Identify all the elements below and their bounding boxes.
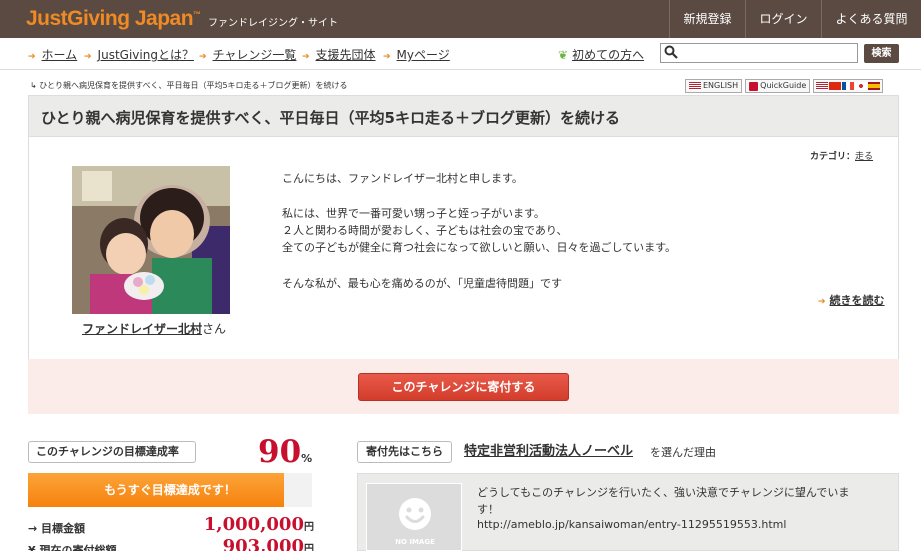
arrow-right-icon: ➔ (302, 52, 310, 62)
trademark: ™ (193, 10, 201, 19)
site-logo[interactable]: JustGiving Japan™ (26, 7, 201, 31)
challenge-title-box: ひとり親へ病児保育を提供すべく、平日毎日（平均5キロ走る＋ブログ更新）を続ける (28, 95, 899, 137)
description-line: 私には、世界で一番可愛い甥っ子と姪っ子がいます。 (282, 207, 545, 220)
current-amount-value: 903,000円 (223, 536, 314, 551)
description-line: こんにちは、ファンドレイザー北村と申します。 (282, 172, 523, 185)
current-amount-number: 903,000 (222, 536, 304, 551)
beginner-label: 初めての方へ (572, 48, 645, 62)
flag-group (813, 79, 884, 93)
us-flag-icon[interactable] (816, 82, 829, 90)
yen-unit: 円 (304, 544, 314, 551)
category-link[interactable]: 走る (855, 152, 873, 162)
read-more-link[interactable]: ➔ 続きを読む (818, 292, 885, 308)
no-image-placeholder: NO IMAGE (366, 483, 462, 551)
arrow-right-icon: ➔ (28, 52, 36, 62)
guide-icon (749, 81, 759, 91)
donate-button[interactable]: このチャレンジに寄付する (358, 373, 569, 401)
france-flag-icon[interactable] (842, 82, 855, 90)
china-flag-icon[interactable] (829, 82, 842, 90)
search-icon (664, 45, 678, 59)
nav-charities[interactable]: ➔ 支援先団体 (302, 46, 376, 63)
recipient-suffix: を選んだ理由 (650, 446, 716, 459)
description-line: ２人と関わる時間が愛おしく、子どもは社会の宝であり、 (282, 224, 568, 237)
goal-percent-unit: % (301, 452, 313, 465)
category: カテゴリ：走る (810, 149, 873, 162)
goal-rate-tag: このチャレンジの目標達成率 (28, 441, 196, 463)
search-box[interactable] (660, 43, 858, 63)
goal-percent-number: 90 (258, 434, 302, 470)
nav-home[interactable]: ➔ ホーム (28, 46, 77, 63)
nav-mypage[interactable]: ➔ Myページ (383, 46, 450, 63)
faq-link[interactable]: よくある質問 (821, 0, 921, 38)
login-link[interactable]: ログイン (745, 0, 821, 38)
fundraiser-photo[interactable] (72, 166, 230, 314)
reason-line: どうしてもこのチャレンジを行いたく、強い決意でチャレンジに望んでいま (477, 486, 850, 499)
no-image-label: NO IMAGE (395, 538, 435, 546)
description-line: 全ての子どもが健全に育つ社会になって欲しいと願い、日々を過ごしています。 (282, 241, 677, 254)
english-label: ENGLISH (703, 81, 739, 90)
read-more-label: 続きを読む (829, 294, 885, 307)
spain-flag-icon[interactable] (868, 82, 881, 90)
quickguide-label: QuickGuide (760, 81, 807, 90)
category-label: カテゴリ： (810, 152, 856, 162)
register-link[interactable]: 新規登録 (669, 0, 745, 38)
arrow-right-icon: ➔ (818, 297, 826, 307)
breadcrumb-text: ひとり親へ病児保育を提供すべく、平日毎日（平均5キロ走る＋ブログ更新）を続ける (39, 81, 348, 90)
progress-text: もうすぐ目標達成です！ (104, 483, 236, 497)
arrow-right-icon: ➔ (84, 52, 92, 62)
fundraiser-suffix: さん (202, 322, 227, 336)
fundraiser-link[interactable]: ファンドレイザー北村さん (82, 320, 226, 337)
progress-bar: もうすぐ目標達成です！ (28, 473, 312, 507)
reason-url[interactable]: http://ameblo.jp/kansaiwoman/entry-11295… (477, 518, 786, 531)
logo-subtitle: ファンドレイジング・サイト (208, 18, 338, 29)
nav-charities-label: 支援先団体 (315, 48, 376, 62)
arrow-right-icon: ➔ (383, 52, 391, 62)
top-nav: 新規登録 ログイン よくある質問 (669, 0, 921, 38)
children-photo-image (72, 166, 230, 314)
english-button[interactable]: ENGLISH (685, 79, 743, 93)
goal-percent: 90% (258, 434, 312, 470)
fundraiser-name[interactable]: ファンドレイザー北村 (82, 322, 202, 336)
language-selector: ENGLISH QuickGuide (685, 79, 884, 93)
target-amount-value: 1,000,000円 (204, 514, 314, 535)
korea-flag-icon[interactable] (855, 82, 868, 90)
breadcrumb: ↳ ひとり親へ病児保育を提供すべく、平日毎日（平均5キロ走る＋ブログ更新）を続け… (30, 80, 348, 91)
logo-text: JustGiving Japan (26, 7, 194, 30)
target-amount-label: → 目標金額 (28, 522, 86, 535)
beginner-mark-icon: ❦ (558, 48, 569, 62)
nav-challenges-label: チャレンジ一覧 (212, 48, 297, 62)
yen-unit: 円 (304, 522, 314, 533)
target-amount-number: 1,000,000 (203, 514, 304, 535)
quickguide-button[interactable]: QuickGuide (745, 79, 811, 93)
nav-mypage-label: Myページ (396, 48, 450, 62)
current-amount-label: ¥ 現在の寄付総額 (28, 544, 117, 551)
smiley-icon: NO IMAGE (395, 498, 435, 546)
nav-about-label: JustGivingとは？ (97, 48, 194, 62)
nav-about[interactable]: ➔ JustGivingとは？ (84, 46, 194, 63)
recipient-name-link[interactable]: 特定非営利活動法人ノーベル (464, 440, 633, 459)
recipient-tag: 寄付先はこちら (357, 441, 452, 463)
beginner-link[interactable]: ❦ 初めての方へ (558, 46, 644, 63)
return-arrow-icon: ↳ (30, 81, 40, 90)
us-flag-icon (689, 82, 701, 90)
search-button[interactable]: 検索 (864, 44, 899, 63)
nav-challenges[interactable]: ➔ チャレンジ一覧 (199, 46, 296, 63)
description-line: そんな私が、最も心を痛めるのが、「児童虐待問題」です (282, 277, 563, 290)
nav-home-label: ホーム (41, 48, 78, 62)
search-input[interactable] (681, 45, 855, 61)
challenge-title: ひとり親へ病児保育を提供すべく、平日毎日（平均5キロ走る＋ブログ更新）を続ける (41, 109, 620, 127)
arrow-right-icon: ➔ (199, 52, 207, 62)
reason-line: す！ (477, 503, 499, 516)
